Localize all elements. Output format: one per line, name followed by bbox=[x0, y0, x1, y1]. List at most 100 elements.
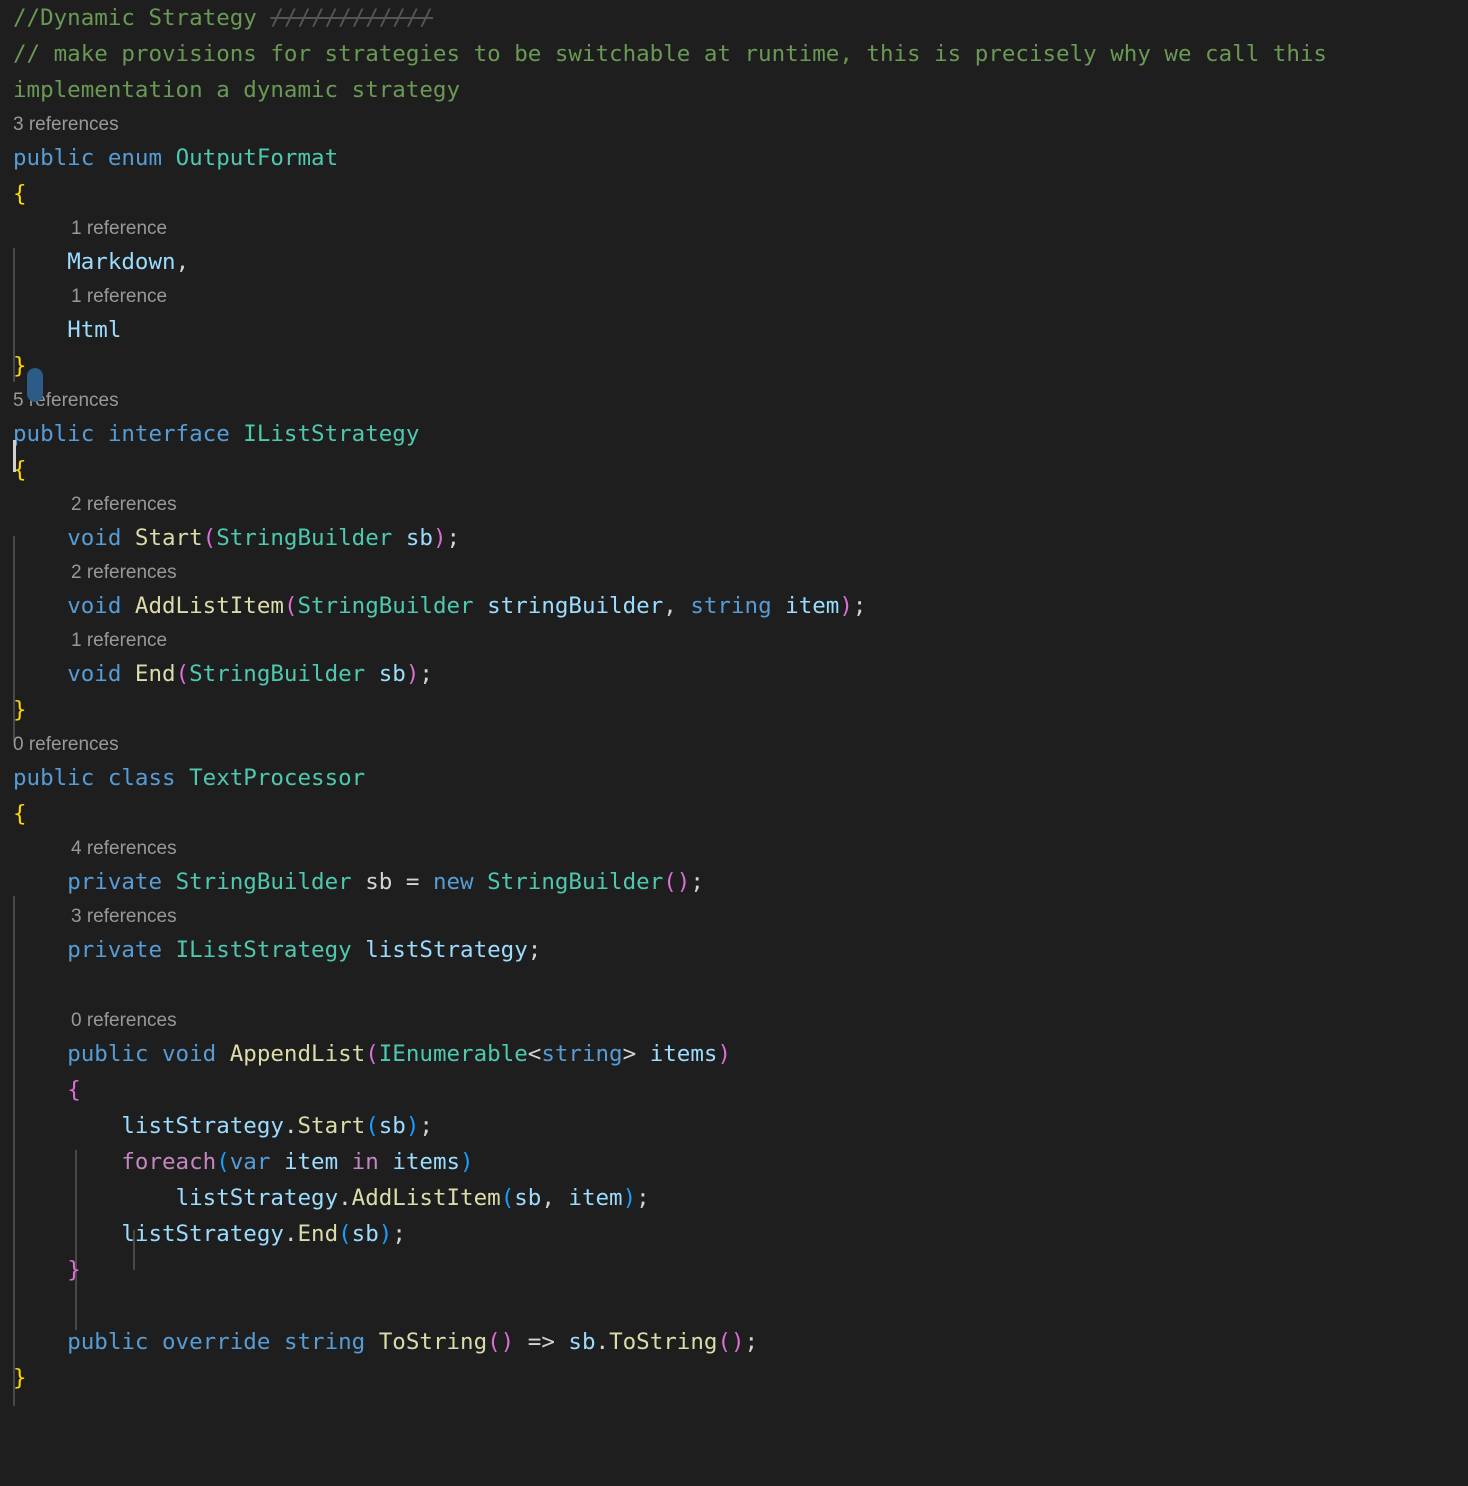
token: private bbox=[67, 869, 163, 895]
code-line-sig-appendlist[interactable]: public void AppendList(IEnumerable<strin… bbox=[0, 1036, 1468, 1072]
token: // make provisions for strategies to be … bbox=[13, 41, 1327, 67]
text-selection bbox=[27, 368, 43, 402]
token: . bbox=[283, 1113, 298, 1139]
code-line-field-liststrategy[interactable]: private IListStrategy listStrategy; bbox=[0, 932, 1468, 968]
code-line-text: public override string ToString() => sb.… bbox=[13, 1329, 758, 1355]
codelens-codelens-field-sb[interactable]: 4 references bbox=[0, 832, 1468, 864]
code-line-comment-body-2[interactable]: implementation a dynamic strategy bbox=[0, 72, 1468, 108]
code-line-brace-open-appendlist[interactable]: { bbox=[0, 1072, 1468, 1108]
code-line-sig-end[interactable]: void End(StringBuilder sb); bbox=[0, 656, 1468, 692]
token: Markdown bbox=[67, 249, 176, 275]
token: = bbox=[392, 869, 433, 895]
token: StringBuilder bbox=[297, 593, 474, 619]
token: public bbox=[67, 1329, 149, 1355]
codelens-codelens-appendlist[interactable]: 0 references bbox=[0, 1004, 1468, 1036]
code-line-stmt-tostring[interactable]: public override string ToString() => sb.… bbox=[0, 1324, 1468, 1360]
code-line-text: listStrategy.End(sb); bbox=[13, 1221, 405, 1247]
token: public bbox=[67, 1041, 149, 1067]
code-editor[interactable]: //Dynamic Strategy //////////// // make p… bbox=[0, 0, 1468, 1486]
token: ( bbox=[175, 661, 190, 687]
token: interface bbox=[107, 421, 230, 447]
token: ; bbox=[419, 1113, 433, 1139]
token: var bbox=[229, 1149, 271, 1175]
code-line-enum-member-markdown[interactable]: Markdown, bbox=[0, 244, 1468, 280]
token: { bbox=[67, 1077, 81, 1103]
token: () bbox=[717, 1329, 745, 1355]
code-line-text: } bbox=[13, 1365, 27, 1391]
code-line-brace-close-class[interactable]: } bbox=[0, 1360, 1468, 1396]
token: , bbox=[663, 593, 691, 619]
token: sb bbox=[405, 525, 433, 551]
codelens-codelens-ilist[interactable]: 5 references bbox=[0, 384, 1468, 416]
code-line-sig-start[interactable]: void Start(StringBuilder sb); bbox=[0, 520, 1468, 556]
code-line-brace-close-enum[interactable]: } bbox=[0, 348, 1468, 384]
codelens-codelens-addlistitem[interactable]: 2 references bbox=[0, 556, 1468, 588]
code-line-sig-addlistitem[interactable]: void AddListItem(StringBuilder stringBui… bbox=[0, 588, 1468, 624]
code-line-enum-member-html[interactable]: Html bbox=[0, 312, 1468, 348]
token: ; bbox=[527, 937, 542, 963]
code-line-text: listStrategy.AddListItem(sb, item); bbox=[13, 1185, 650, 1211]
code-line-text: { bbox=[13, 801, 27, 827]
code-line-text: } bbox=[13, 353, 27, 379]
codelens-codelens-end[interactable]: 1 reference bbox=[0, 624, 1468, 656]
codelens-codelens-outputformat[interactable]: 3 references bbox=[0, 108, 1468, 140]
code-line-brace-open-class[interactable]: { bbox=[0, 796, 1468, 832]
code-line-comment-title[interactable]: //Dynamic Strategy //////////// bbox=[0, 0, 1468, 36]
editor-content[interactable]: //Dynamic Strategy //////////// // make p… bbox=[0, 0, 1468, 1396]
code-line-brace-close-appendlist[interactable]: } bbox=[0, 1252, 1468, 1288]
code-line-stmt-foreach[interactable]: foreach(var item in items) bbox=[0, 1144, 1468, 1180]
code-line-text: private StringBuilder sb = new StringBui… bbox=[13, 869, 704, 895]
codelens-codelens-textprocessor[interactable]: 0 references bbox=[0, 728, 1468, 760]
code-line-stmt-start[interactable]: listStrategy.Start(sb); bbox=[0, 1108, 1468, 1144]
token: sb bbox=[378, 1113, 406, 1139]
token: End bbox=[134, 661, 176, 687]
token: listStrategy bbox=[365, 937, 528, 963]
code-line-brace-open-enum[interactable]: { bbox=[0, 176, 1468, 212]
code-line-brace-open-interface[interactable]: { bbox=[0, 452, 1468, 488]
token: () bbox=[487, 1329, 515, 1355]
code-line-stmt-addlistitem[interactable]: listStrategy.AddListItem(sb, item); bbox=[0, 1180, 1468, 1216]
code-line-text: void Start(StringBuilder sb); bbox=[13, 525, 460, 551]
codelens-codelens-html[interactable]: 1 reference bbox=[0, 280, 1468, 312]
token: Start bbox=[297, 1113, 366, 1139]
token: foreach bbox=[121, 1149, 217, 1175]
token: ( bbox=[500, 1185, 515, 1211]
token: class bbox=[107, 765, 176, 791]
token: ToString bbox=[378, 1329, 488, 1355]
token: ( bbox=[365, 1113, 379, 1139]
token: Html bbox=[67, 317, 122, 343]
token: ; bbox=[690, 869, 704, 895]
code-line-stmt-end[interactable]: listStrategy.End(sb); bbox=[0, 1216, 1468, 1252]
codelens-codelens-field-liststrategy[interactable]: 3 references bbox=[0, 900, 1468, 932]
code-line-brace-close-interface[interactable]: } bbox=[0, 692, 1468, 728]
token: sb bbox=[514, 1185, 542, 1211]
code-line-decl-interface-ilist[interactable]: public interface IListStrategy bbox=[0, 416, 1468, 452]
token: in bbox=[351, 1149, 379, 1175]
code-line-decl-class-textprocessor[interactable]: public class TextProcessor bbox=[0, 760, 1468, 796]
code-line-comment-body-1[interactable]: // make provisions for strategies to be … bbox=[0, 36, 1468, 72]
token: private bbox=[67, 937, 163, 963]
code-line-field-sb[interactable]: private StringBuilder sb = new StringBui… bbox=[0, 864, 1468, 900]
token: override bbox=[162, 1329, 271, 1355]
codelens-codelens-markdown[interactable]: 1 reference bbox=[0, 212, 1468, 244]
codelens-codelens-start[interactable]: 2 references bbox=[0, 488, 1468, 520]
code-line-decl-enum-outputformat[interactable]: public enum OutputFormat bbox=[0, 140, 1468, 176]
